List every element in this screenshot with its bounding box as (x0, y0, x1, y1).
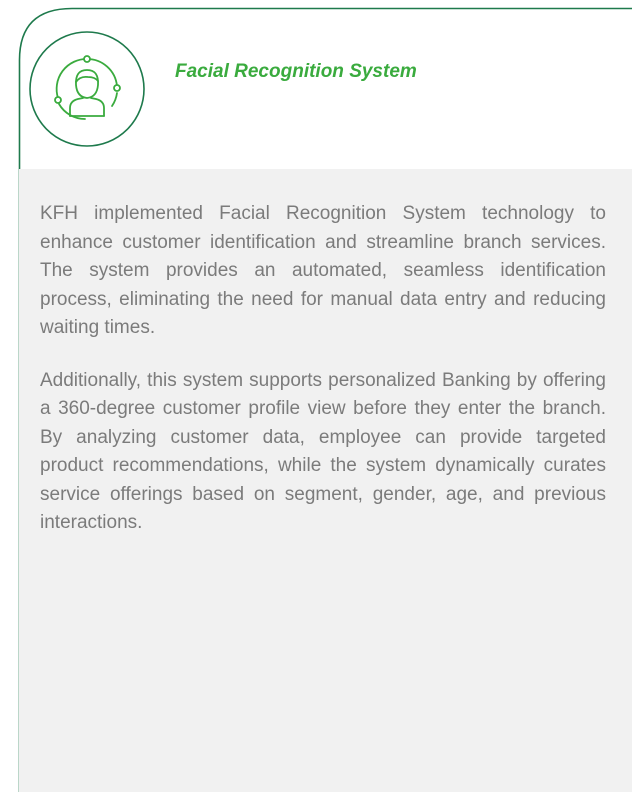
body-paragraph: KFH implemented Facial Recognition Syste… (40, 203, 606, 338)
body-paragraph: Additionally, this system supports perso… (40, 369, 606, 534)
facial-recognition-user-icon (28, 30, 146, 148)
card-body: KFH implemented Facial Recognition Syste… (40, 200, 606, 562)
card-title: Facial Recognition System (175, 61, 417, 82)
